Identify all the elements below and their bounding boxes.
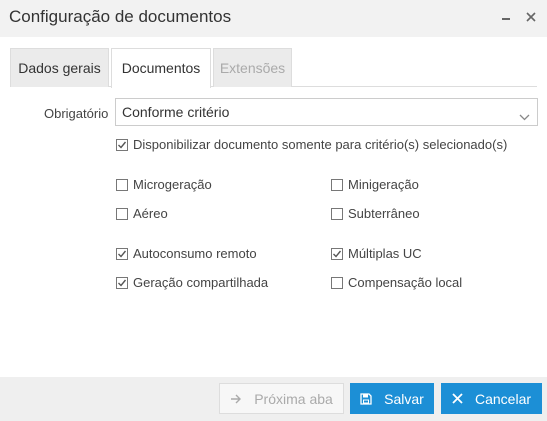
checkbox-box[interactable]	[331, 247, 343, 260]
proxima-aba-button: Próxima aba	[219, 383, 344, 414]
salvar-label: Salvar	[384, 390, 424, 407]
minigeracao-checkbox[interactable]: Minigeração	[331, 177, 419, 192]
checkmark-icon	[118, 250, 127, 258]
autoconsumo-remoto-label: Autoconsumo remoto	[133, 246, 257, 261]
obrigatorio-select-value: Conforme critério	[122, 104, 230, 120]
geracao-compartilhada-checkbox[interactable]: Geração compartilhada	[116, 275, 268, 290]
multiplas-uc-checkbox[interactable]: Múltiplas UC	[331, 246, 422, 261]
checkbox-box[interactable]	[116, 247, 128, 260]
geracao-compartilhada-label: Geração compartilhada	[133, 275, 269, 290]
checkbox-box[interactable]	[331, 178, 343, 191]
checkmark-icon	[333, 250, 342, 258]
tab-extensoes: Extensões	[213, 48, 292, 87]
cancelar-button[interactable]: Cancelar	[441, 383, 542, 414]
multiplas-uc-label: Múltiplas UC	[348, 246, 422, 261]
dialog-footer: Próxima aba Salvar Cancelar	[0, 377, 547, 421]
salvar-button[interactable]: Salvar	[350, 383, 434, 414]
disponibilizar-label: Disponibilizar documento somente para cr…	[133, 137, 508, 152]
close-icon	[452, 393, 463, 404]
checkmark-icon	[118, 279, 127, 287]
aereo-checkbox[interactable]: Aéreo	[116, 206, 168, 221]
disponibilizar-checkbox[interactable]: Disponibilizar documento somente para cr…	[116, 137, 507, 152]
close-icon[interactable]	[522, 8, 540, 26]
checkmark-icon	[118, 141, 127, 149]
chevron-down-icon	[519, 108, 530, 126]
aereo-label: Aéreo	[133, 206, 168, 221]
floppy-disk-icon	[360, 392, 372, 405]
dialog-title: Configuração de documentos	[9, 7, 232, 26]
minigeracao-label: Minigeração	[348, 177, 419, 192]
checkbox-box[interactable]	[116, 178, 128, 191]
proxima-aba-label: Próxima aba	[254, 390, 333, 407]
autoconsumo-remoto-checkbox[interactable]: Autoconsumo remoto	[116, 246, 257, 261]
subterraneo-label: Subterrâneo	[348, 206, 420, 221]
checkbox-box[interactable]	[116, 276, 128, 289]
tab-documentos[interactable]: Documentos	[111, 48, 211, 88]
tab-bar: Dados gerais Documentos Extensões	[0, 37, 547, 88]
obrigatorio-label: Obrigatório	[44, 106, 109, 121]
cancelar-label: Cancelar	[474, 390, 532, 407]
checkbox-box[interactable]	[331, 276, 343, 289]
obrigatorio-select[interactable]: Conforme critério	[115, 98, 538, 126]
checkbox-box[interactable]	[116, 207, 128, 220]
tab-dados-gerais[interactable]: Dados gerais	[10, 48, 109, 87]
subterraneo-checkbox[interactable]: Subterrâneo	[331, 206, 420, 221]
minimize-icon[interactable]	[497, 8, 515, 26]
microgeracao-checkbox[interactable]: Microgeração	[116, 177, 212, 192]
configuracao-documentos-dialog: Configuração de documentos Dados gerais …	[0, 0, 547, 421]
arrow-right-icon	[230, 394, 242, 404]
microgeracao-label: Microgeração	[133, 177, 212, 192]
checkbox-box[interactable]	[116, 138, 128, 151]
compensacao-local-checkbox[interactable]: Compensação local	[331, 275, 462, 290]
checkbox-box[interactable]	[331, 207, 343, 220]
title-bar: Configuração de documentos	[0, 0, 547, 37]
compensacao-local-label: Compensação local	[348, 275, 463, 290]
